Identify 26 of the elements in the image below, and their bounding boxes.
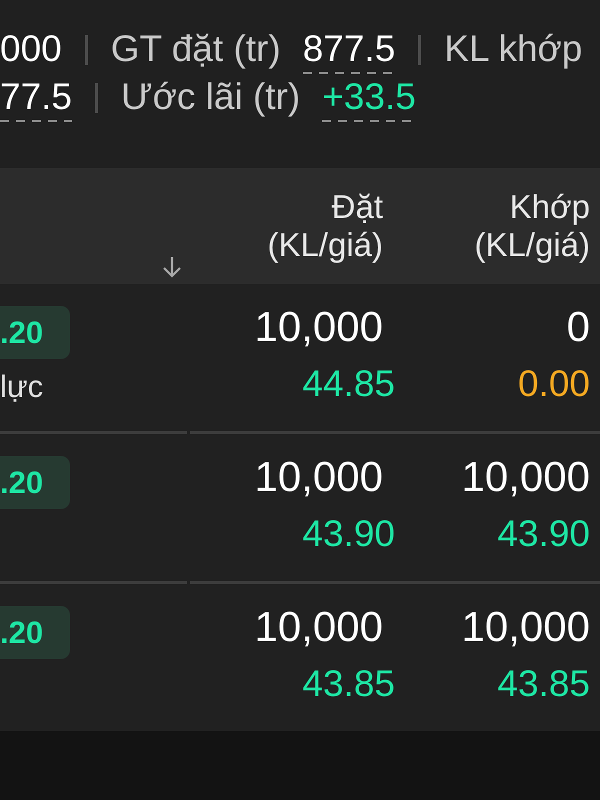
placed-price: 43.85 — [302, 662, 395, 706]
summary-label: KL khớp — [444, 27, 582, 71]
value-badge: .20 — [0, 306, 70, 359]
status-text: lực — [0, 368, 44, 406]
summary-label: Ước lãi (tr) — [121, 75, 300, 119]
summary-label: GT đặt (tr) — [110, 27, 281, 71]
column-header: Khớp (KL/giá) — [474, 188, 590, 264]
column-header: Đặt (KL/giá) — [267, 188, 383, 264]
placed-quantity: 10,000 — [254, 304, 383, 350]
order-row[interactable]: .20 10,000 43.90 10,000 43.90 — [0, 434, 600, 581]
matched-quantity: 10,000 — [462, 454, 590, 500]
order-row[interactable]: .20 lực 10,000 44.85 0 0.00 — [0, 284, 600, 431]
matched-quantity: 0 — [566, 304, 590, 350]
summary-value: 000 — [0, 27, 62, 71]
matched-price: 43.85 — [497, 662, 590, 706]
matched-price: 0.00 — [518, 362, 590, 406]
placed-price: 43.90 — [302, 512, 395, 556]
matched-price: 43.90 — [497, 512, 590, 556]
placed-quantity: 10,000 — [254, 604, 383, 650]
value-badge: .20 — [0, 456, 70, 509]
down-arrow-icon[interactable] — [162, 256, 182, 278]
placed-quantity: 10,000 — [254, 454, 383, 500]
value-badge: .20 — [0, 606, 70, 659]
placed-price: 44.85 — [302, 362, 395, 406]
order-row[interactable]: .20 10,000 43.85 10,000 43.85 — [0, 584, 600, 731]
matched-quantity: 10,000 — [462, 604, 590, 650]
